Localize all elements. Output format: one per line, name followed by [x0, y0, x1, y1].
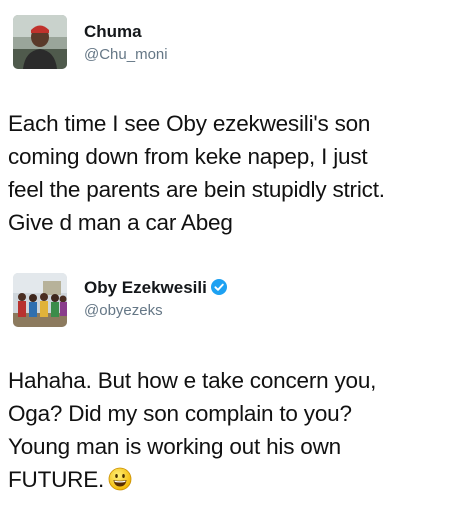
display-name[interactable]: Chuma	[84, 22, 142, 42]
tweet-text-line: Oga? Did my son complain to you?	[8, 401, 352, 426]
tweet-text-line: coming down from keke napep, I just	[8, 144, 368, 169]
display-name[interactable]: Oby Ezekwesili	[84, 278, 227, 298]
tweet-text-line: Give d man a car Abeg	[8, 210, 233, 235]
profile-photo-icon	[13, 15, 67, 69]
tweet-text-line-text: FUTURE.	[8, 467, 105, 492]
avatar[interactable]	[13, 273, 67, 327]
tweet-text: Each time I see Oby ezekwesili's son com…	[8, 107, 446, 239]
user-handle[interactable]: @obyezeks	[84, 302, 163, 319]
avatar[interactable]	[13, 15, 67, 69]
display-name-label: Oby Ezekwesili	[84, 278, 207, 297]
tweet-text-line: Young man is working out his own	[8, 434, 341, 459]
tweet-text-line: Each time I see Oby ezekwesili's son	[8, 111, 371, 136]
tweet-text-line: Hahaha. But how e take concern you,	[8, 368, 377, 393]
tweet-text: Hahaha. But how e take concern you, Oga?…	[8, 364, 446, 496]
grinning-emoji-icon	[108, 467, 132, 491]
verified-badge-icon	[210, 279, 227, 295]
profile-photo-crowd-icon	[13, 273, 67, 327]
tweet-text-last-line: FUTURE.	[8, 463, 446, 496]
user-handle[interactable]: @Chu_moni	[84, 46, 168, 63]
tweet-text-line: feel the parents are bein stupidly stric…	[8, 177, 385, 202]
